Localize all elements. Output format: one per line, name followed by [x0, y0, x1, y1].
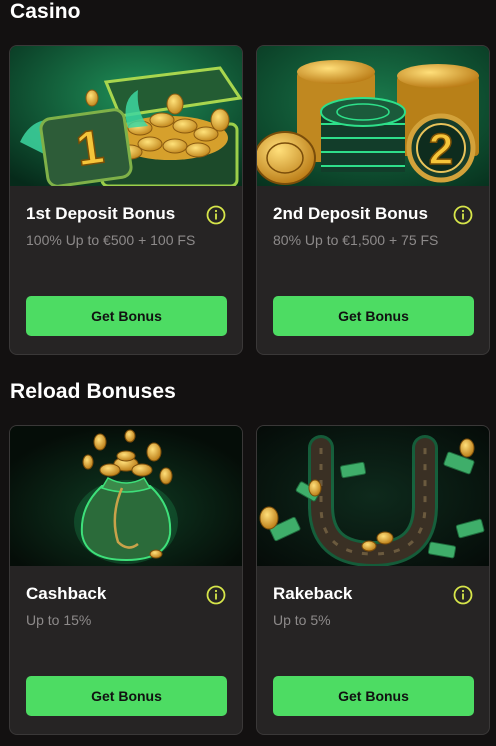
svg-text:2: 2 — [429, 125, 453, 174]
get-bonus-button[interactable]: Get Bonus — [273, 296, 474, 336]
bonus-card-rakeback: Rakeback Up to 5% Get Bonus — [256, 425, 490, 735]
card-title: 2nd Deposit Bonus — [273, 204, 428, 223]
card-subtitle: 80% Up to €1,500 + 75 FS — [273, 232, 439, 248]
get-bonus-button[interactable]: Get Bonus — [273, 676, 474, 716]
card-title: Rakeback — [273, 584, 353, 603]
card-subtitle: Up to 5% — [273, 612, 331, 628]
get-bonus-button[interactable]: Get Bonus — [26, 676, 227, 716]
card-subtitle: 100% Up to €500 + 100 FS — [26, 232, 196, 248]
info-circle-icon[interactable] — [453, 205, 473, 225]
card-subtitle: Up to 15% — [26, 612, 92, 628]
deposit-1-treasure-chest-image: 1 — [10, 46, 242, 186]
cashback-money-bag-image — [10, 426, 242, 566]
get-bonus-button[interactable]: Get Bonus — [26, 296, 227, 336]
info-circle-icon[interactable] — [453, 585, 473, 605]
section-title-reload-bonuses: Reload Bonuses — [10, 380, 176, 403]
bonus-card-2nd-deposit: 2 2nd Deposit Bonus 80% Up to €1,500 + 7… — [256, 45, 490, 355]
card-title: Cashback — [26, 584, 107, 603]
card-title: 1st Deposit Bonus — [26, 204, 176, 223]
bonus-card-1st-deposit: 1 1st Deposit Bonus 100% Up to €500 + 10… — [9, 45, 243, 355]
info-circle-icon[interactable] — [206, 205, 226, 225]
info-circle-icon[interactable] — [206, 585, 226, 605]
deposit-2-casino-chips-image: 2 — [257, 46, 489, 186]
section-title-casino: Casino — [10, 0, 81, 23]
rakeback-horseshoe-image — [257, 426, 489, 566]
bonus-card-cashback: Cashback Up to 15% Get Bonus — [9, 425, 243, 735]
